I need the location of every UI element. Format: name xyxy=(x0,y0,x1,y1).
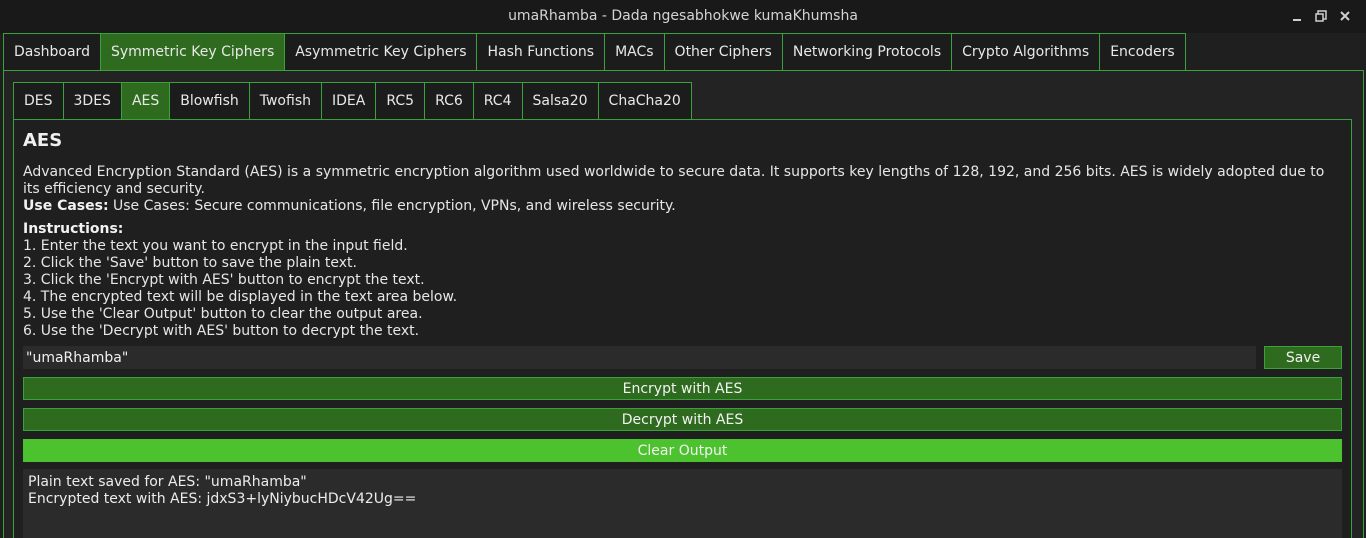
instruction-item: 1. Enter the text you want to encrypt in… xyxy=(23,238,408,254)
tab-networking-protocols[interactable]: Networking Protocols xyxy=(781,33,952,71)
instruction-item: 4. The encrypted text will be displayed … xyxy=(23,289,458,305)
output-area[interactable]: Plain text saved for AES: "umaRhamba" En… xyxy=(23,469,1342,538)
decrypt-button[interactable]: Decrypt with AES xyxy=(23,408,1342,431)
instruction-item: 2. Click the 'Save' button to save the p… xyxy=(23,255,357,271)
tab-idea[interactable]: IDEA xyxy=(321,82,376,120)
tab-twofish[interactable]: Twofish xyxy=(248,82,321,120)
use-cases-text: Use Cases: Secure communications, file e… xyxy=(108,198,676,214)
tab-rc6[interactable]: RC6 xyxy=(424,82,473,120)
tab-encoders[interactable]: Encoders xyxy=(1099,33,1186,71)
instruction-item: 3. Click the 'Encrypt with AES' button t… xyxy=(23,272,425,288)
use-cases-label: Use Cases: xyxy=(23,198,109,214)
window-controls xyxy=(1290,9,1352,23)
tab-3des[interactable]: 3DES xyxy=(62,82,121,120)
clear-output-button[interactable]: Clear Output xyxy=(23,439,1342,462)
close-icon[interactable] xyxy=(1338,9,1352,23)
tab-chacha20[interactable]: ChaCha20 xyxy=(597,82,692,120)
restore-icon[interactable] xyxy=(1314,9,1328,23)
tab-rc4[interactable]: RC4 xyxy=(472,82,522,120)
cipher-description: Advanced Encryption Standard (AES) is a … xyxy=(23,164,1325,197)
title-bar: umaRhamba - Dada ngesabhokwe kumaKhumsha xyxy=(0,0,1366,33)
use-cases: Use Cases: Use Cases: Secure communicati… xyxy=(23,198,676,215)
tab-macs[interactable]: MACs xyxy=(604,33,664,71)
tab-other-ciphers[interactable]: Other Ciphers xyxy=(663,33,782,71)
minimize-icon[interactable] xyxy=(1290,9,1304,23)
instruction-item: 5. Use the 'Clear Output' button to clea… xyxy=(23,306,423,322)
tab-aes[interactable]: AES xyxy=(120,82,170,120)
output-line: Encrypted text with AES: jdxS3+lyNiybucH… xyxy=(28,491,417,507)
tab-asymmetric-key-ciphers[interactable]: Asymmetric Key Ciphers xyxy=(284,33,477,71)
instructions: Instructions: 1. Enter the text you want… xyxy=(23,221,457,340)
window-title: umaRhamba - Dada ngesabhokwe kumaKhumsha xyxy=(508,8,858,24)
tab-symmetric-key-ciphers[interactable]: Symmetric Key Ciphers xyxy=(99,33,285,71)
tab-hash-functions[interactable]: Hash Functions xyxy=(476,33,605,71)
plaintext-input[interactable] xyxy=(23,346,1256,369)
encrypt-button[interactable]: Encrypt with AES xyxy=(23,377,1342,400)
tab-crypto-algorithms[interactable]: Crypto Algorithms xyxy=(951,33,1100,71)
tab-salsa20[interactable]: Salsa20 xyxy=(521,82,598,120)
tab-dashboard[interactable]: Dashboard xyxy=(3,33,100,71)
instructions-label: Instructions: xyxy=(23,221,124,237)
tab-rc5[interactable]: RC5 xyxy=(375,82,425,120)
main-tab-bar: Dashboard Symmetric Key Ciphers Asymmetr… xyxy=(3,33,1186,71)
instruction-item: 6. Use the 'Decrypt with AES' button to … xyxy=(23,323,420,339)
tab-blowfish[interactable]: Blowfish xyxy=(169,82,249,120)
tab-des[interactable]: DES xyxy=(13,82,63,120)
output-line: Plain text saved for AES: "umaRhamba" xyxy=(28,474,307,490)
page-title: AES xyxy=(23,130,63,151)
save-button[interactable]: Save xyxy=(1264,346,1342,369)
cipher-tab-bar: DES 3DES AES Blowfish Twofish IDEA RC5 R… xyxy=(13,82,692,120)
